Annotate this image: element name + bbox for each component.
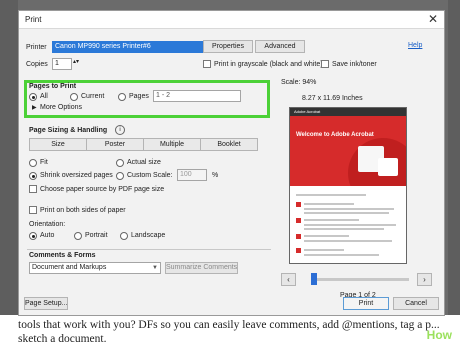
tab-booklet[interactable]: Booklet <box>200 138 258 151</box>
preview-line <box>304 228 384 230</box>
copies-input[interactable]: 1 <box>52 58 72 70</box>
cancel-button[interactable]: Cancel <box>393 297 439 310</box>
chevron-down-icon: ▼ <box>152 265 158 271</box>
fit-radio[interactable] <box>29 159 37 167</box>
article-text: tools that work with you? DFs so you can… <box>18 319 440 345</box>
more-options-label[interactable]: More Options <box>40 104 82 111</box>
advanced-button[interactable]: Advanced <box>255 40 305 53</box>
portrait-label: Portrait <box>85 232 108 239</box>
comments-title: Comments & Forms <box>29 252 96 259</box>
fit-label: Fit <box>40 159 48 166</box>
properties-button[interactable]: Properties <box>203 40 253 53</box>
info-icon[interactable]: i <box>115 125 125 135</box>
current-label: Current <box>81 93 105 100</box>
dialog-title: Print <box>25 15 42 24</box>
print-button[interactable]: Print <box>343 297 389 310</box>
actual-size-label: Actual size <box>127 159 161 166</box>
custom-scale-label: Custom Scale: <box>127 172 173 179</box>
page-slider-track[interactable] <box>312 278 409 281</box>
page-slider-thumb[interactable] <box>311 273 317 285</box>
save-ink-checkbox[interactable] <box>321 60 329 68</box>
summarize-comments-button[interactable]: Summarize Comments <box>165 262 238 274</box>
all-label: All <box>40 93 48 100</box>
portrait-radio[interactable] <box>74 232 82 240</box>
auto-radio[interactable] <box>29 232 37 240</box>
preview-hero: Welcome to Adobe Acrobat <box>290 116 406 186</box>
printer-select[interactable]: Canon MP990 series Printer#6 ▼ <box>52 41 212 53</box>
preview-bullet <box>296 248 301 253</box>
orientation-title: Orientation: <box>29 221 66 228</box>
preview-header-text: Adobe Acrobat <box>294 109 321 114</box>
shrink-radio[interactable] <box>29 172 37 180</box>
chevron-right-icon[interactable]: › <box>417 273 432 286</box>
grayscale-checkbox[interactable] <box>203 60 211 68</box>
custom-scale-input[interactable]: 100 <box>177 169 207 181</box>
print-dialog: Print ✕ Printer Canon MP990 series Print… <box>18 10 445 316</box>
scale-label: Scale: 94% <box>281 79 317 86</box>
preview-line <box>304 249 344 251</box>
landscape-radio[interactable] <box>120 232 128 240</box>
all-radio[interactable] <box>29 93 37 101</box>
preview-line <box>304 212 389 214</box>
preview-line <box>304 203 354 205</box>
save-ink-label: Save ink/toner <box>332 61 377 68</box>
printer-label: Printer <box>26 44 47 51</box>
pages-range-input[interactable]: 1 - 2 <box>153 90 241 102</box>
watermark: wikiHow <box>404 328 452 342</box>
close-icon[interactable]: ✕ <box>426 12 440 26</box>
paper-source-label: Choose paper source by PDF page size <box>40 186 165 193</box>
shrink-label: Shrink oversized pages <box>40 172 113 179</box>
help-link[interactable]: Help <box>408 42 422 49</box>
preview-hero-text: Welcome to Adobe Acrobat <box>296 132 374 138</box>
actual-size-radio[interactable] <box>116 159 124 167</box>
preview-line <box>304 224 396 226</box>
background-left <box>0 0 18 345</box>
paper-size-label: 8.27 x 11.69 Inches <box>302 95 363 102</box>
preview-bullet <box>296 234 301 239</box>
preview-bullet <box>296 218 301 223</box>
preview-line <box>304 235 349 237</box>
tab-size[interactable]: Size <box>29 138 87 151</box>
divider <box>27 249 271 250</box>
chevron-left-icon[interactable]: ‹ <box>281 273 296 286</box>
current-radio[interactable] <box>70 93 78 101</box>
sizing-title: Page Sizing & Handling <box>29 127 108 134</box>
page-setup-button[interactable]: Page Setup... <box>24 297 68 310</box>
percent-label: % <box>212 172 219 179</box>
preview-line <box>304 240 392 242</box>
watermark-suffix: How <box>426 328 452 342</box>
custom-scale-radio[interactable] <box>116 172 124 180</box>
paper-source-checkbox[interactable] <box>29 185 37 193</box>
both-sides-checkbox[interactable] <box>29 206 37 214</box>
landscape-label: Landscape <box>131 232 166 239</box>
pages-label: Pages <box>129 93 149 100</box>
preview-line <box>304 254 379 256</box>
copies-label: Copies <box>26 61 48 68</box>
preview-line <box>304 219 359 221</box>
triangle-right-icon[interactable]: ▶ <box>32 104 37 111</box>
preview-line <box>296 194 366 196</box>
title-bar: Print ✕ <box>19 11 444 29</box>
both-sides-label: Print on both sides of paper <box>40 207 126 214</box>
watermark-prefix: wiki <box>403 328 427 342</box>
preview-bullet <box>296 202 301 207</box>
auto-label: Auto <box>40 232 55 239</box>
tab-poster[interactable]: Poster <box>86 138 144 151</box>
pages-to-print-title: Pages to Print <box>29 83 77 90</box>
printer-value: Canon MP990 series Printer#6 <box>55 43 151 50</box>
comments-select-value: Document and Markups <box>32 264 107 271</box>
page-preview: Adobe Acrobat Welcome to Adobe Acrobat <box>289 107 407 264</box>
background-right <box>448 0 460 345</box>
copies-stepper[interactable]: ▴▾ <box>73 58 79 65</box>
preview-card-2 <box>378 158 398 176</box>
grayscale-label: Print in grayscale (black and white) <box>214 61 323 68</box>
preview-line <box>304 208 394 210</box>
pages-radio[interactable] <box>118 93 126 101</box>
comments-select[interactable]: Document and Markups ▼ <box>29 262 161 274</box>
preview-header-bar: Adobe Acrobat <box>290 108 406 116</box>
tab-multiple[interactable]: Multiple <box>143 138 201 151</box>
